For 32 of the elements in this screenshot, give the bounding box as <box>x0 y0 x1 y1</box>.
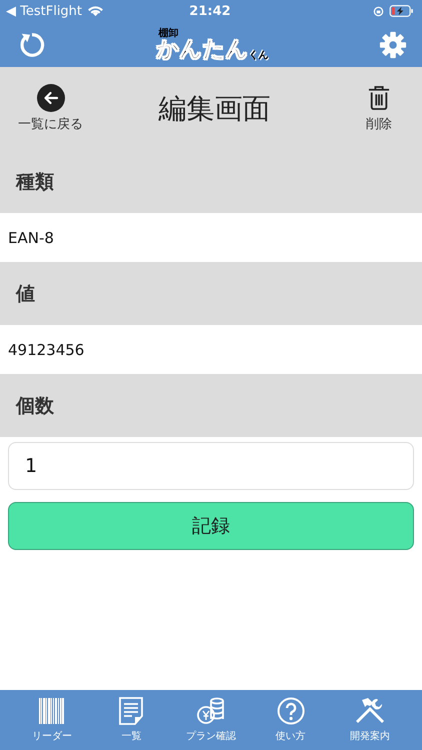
clock-time: 21:42 <box>189 4 231 18</box>
field-value: 49123456 <box>8 340 84 358</box>
back-to-app-link[interactable]: ◀ TestFlight <box>6 4 82 18</box>
battery-icon <box>388 5 414 17</box>
barcode-icon <box>36 697 67 725</box>
help-icon <box>276 697 306 725</box>
tab-bar-item[interactable]: 使い方 <box>252 697 329 743</box>
tab-bar-item[interactable]: プラン確認 <box>172 697 249 743</box>
tab-bar-item[interactable]: 開発案内 <box>332 697 408 743</box>
back-button[interactable]: 一覧に戻る <box>18 84 83 133</box>
refresh-button[interactable] <box>18 30 46 58</box>
record-button[interactable]: 記録 <box>8 502 414 550</box>
page-title: 編集画面 <box>158 90 270 126</box>
field-label: 種類 <box>0 150 422 213</box>
delete-button[interactable]: 削除 <box>366 84 392 133</box>
refresh-icon <box>18 30 46 58</box>
rotation-lock-icon <box>372 6 384 16</box>
tab-bar-item[interactable]: 一覧 <box>93 697 170 743</box>
logo-title: かんたん <box>156 38 248 60</box>
settings-button[interactable] <box>379 30 407 58</box>
tab-bar-item[interactable]: リーダー <box>14 697 90 743</box>
trash-icon <box>368 84 390 112</box>
quantity-input[interactable]: 1 <box>8 442 414 490</box>
coins-icon <box>196 697 226 725</box>
field-value: EAN-8 <box>8 228 54 246</box>
tools-icon <box>355 697 386 725</box>
field-label: 個数 <box>0 374 422 437</box>
logo-suffix: くん <box>248 50 268 60</box>
settings-icon <box>379 30 407 58</box>
logo-subtitle: 棚卸 <box>158 28 178 38</box>
field-label: 値 <box>0 262 422 325</box>
wifi-icon <box>87 5 104 17</box>
